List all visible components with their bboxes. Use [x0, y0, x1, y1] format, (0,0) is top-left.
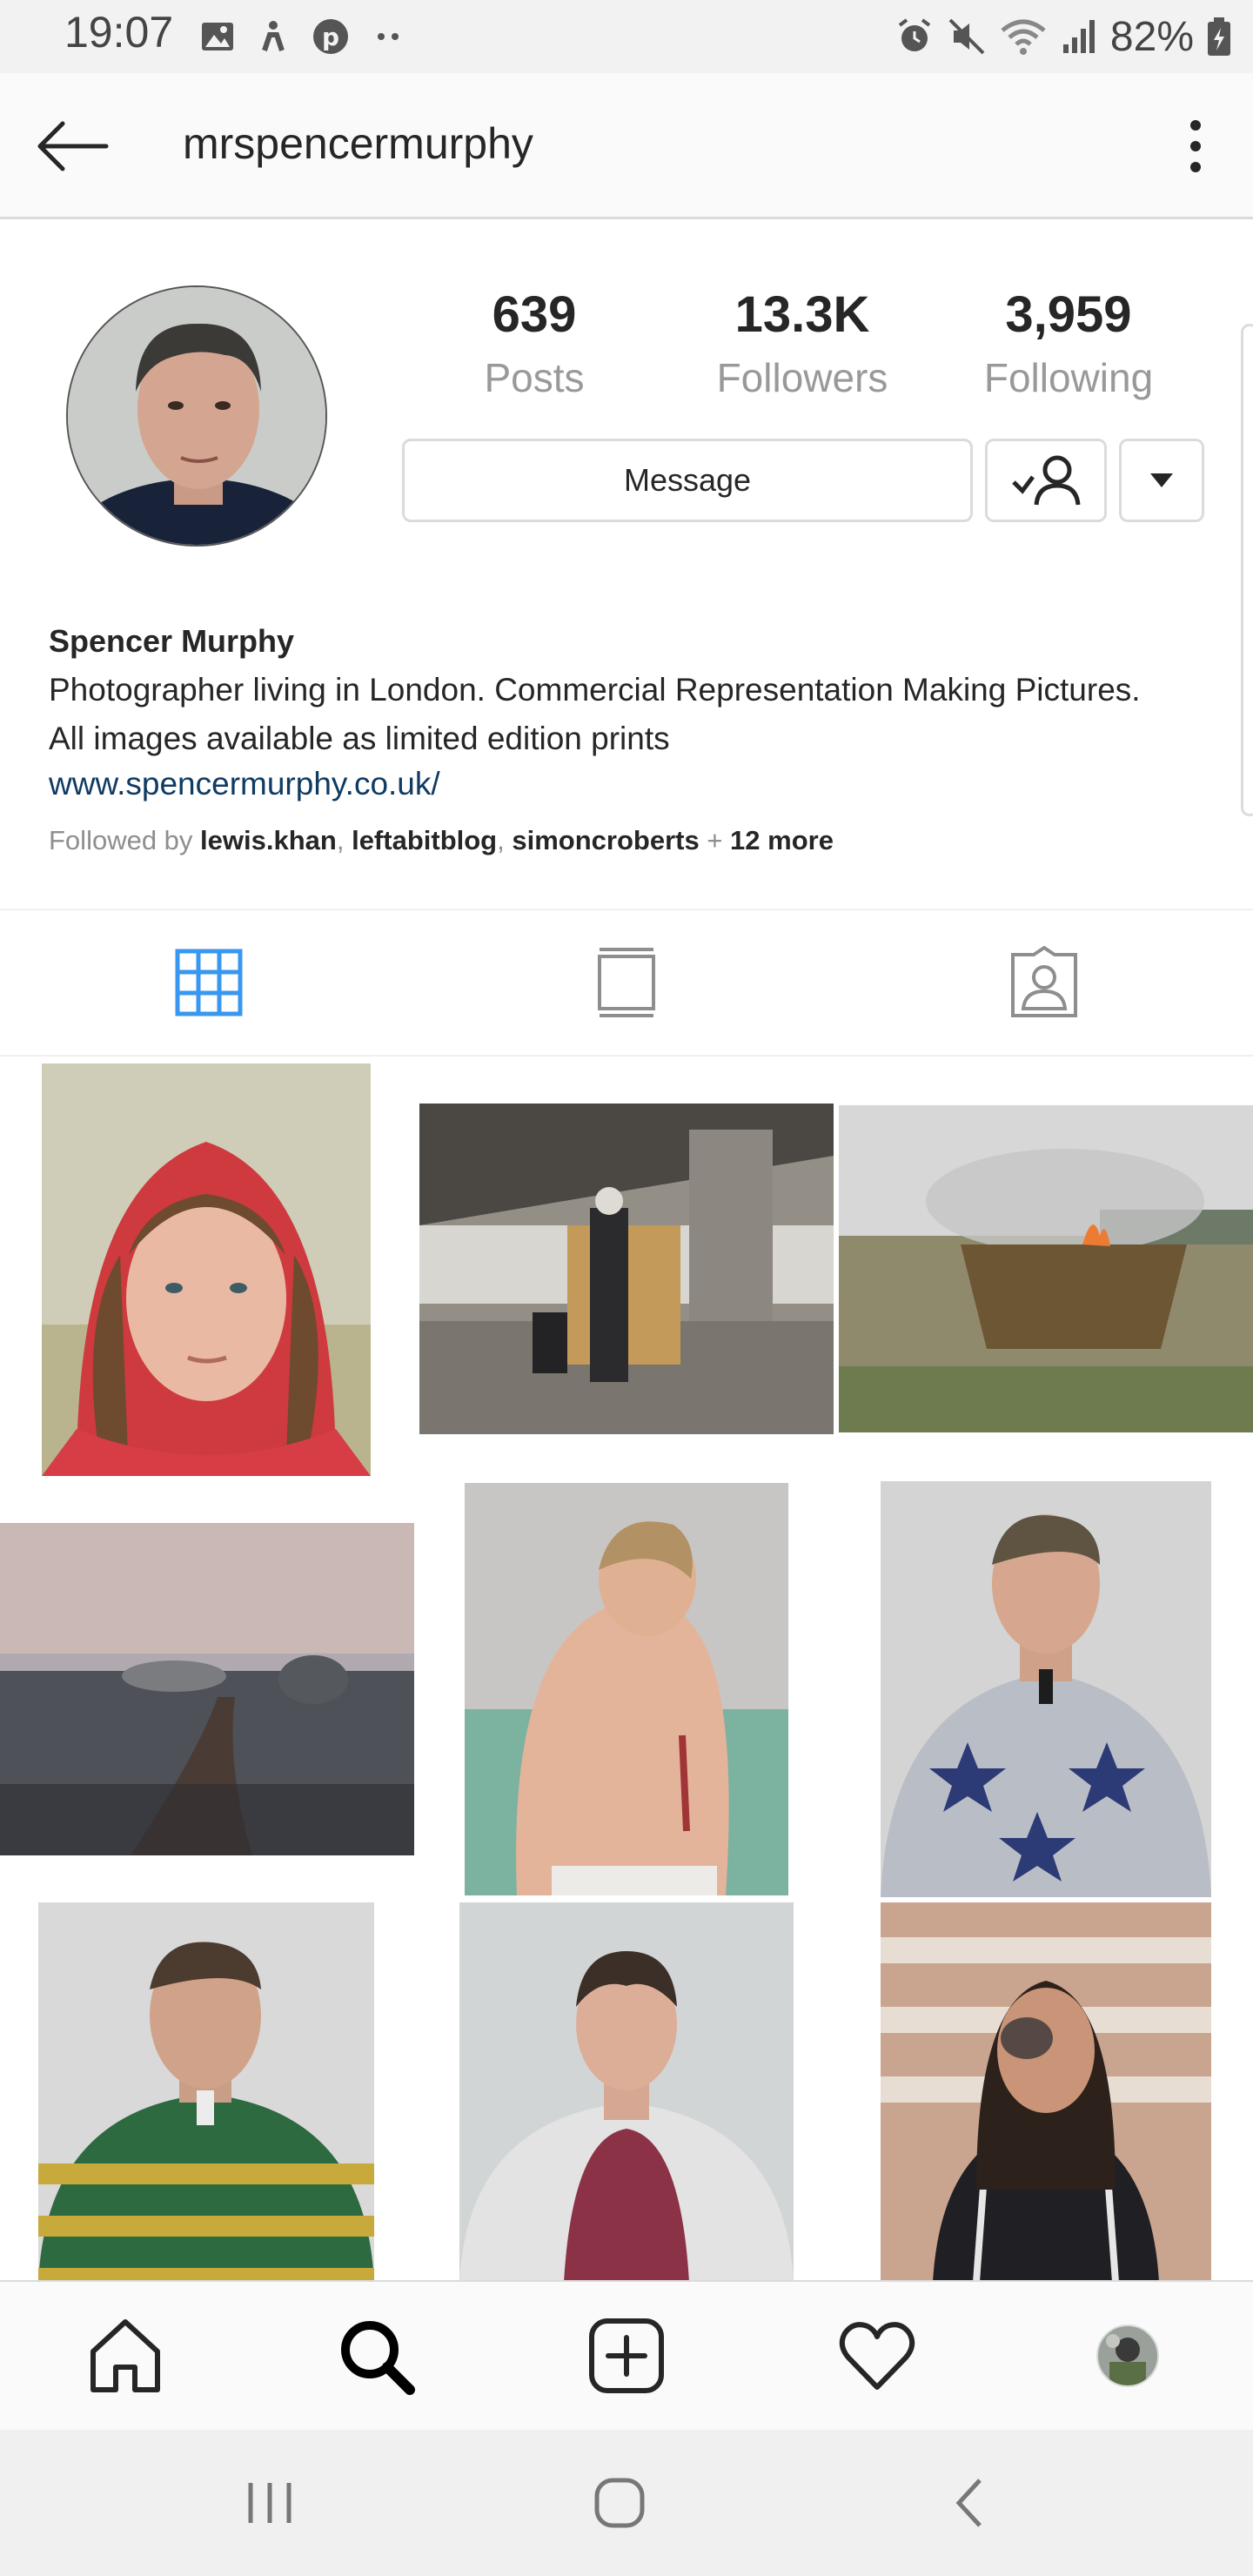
battery-icon: [1208, 17, 1230, 56]
top-app-bar: mrspencermurphy: [0, 73, 1253, 219]
bio-website-link[interactable]: www.spencermurphy.co.uk/: [49, 766, 440, 802]
following-status-button[interactable]: [985, 439, 1107, 522]
recent-apps-button[interactable]: [183, 2430, 357, 2576]
following-check-icon: [1012, 455, 1081, 506]
post-thumbnail[interactable]: [419, 1104, 834, 1434]
post-thumbnail[interactable]: [38, 1902, 374, 2282]
status-time: 19:07: [64, 8, 174, 57]
heart-icon: [839, 2322, 915, 2390]
grid-icon: [175, 949, 243, 1016]
tagged-icon: [1011, 946, 1077, 1017]
system-navigation-bar: [0, 2430, 1253, 2576]
nav-profile[interactable]: [1002, 2282, 1253, 2430]
following-value: 3,959: [1005, 286, 1132, 343]
bio-line-2: All images available as limited edition …: [49, 721, 670, 756]
following-count[interactable]: 3,959 Following: [955, 285, 1182, 401]
woman-estate-photo: [881, 1902, 1211, 2282]
profile-avatar-icon: [1096, 2324, 1159, 2387]
following-label: Following: [983, 355, 1154, 400]
search-icon: [341, 2321, 415, 2395]
nav-home[interactable]: [0, 2282, 251, 2430]
nav-create[interactable]: [501, 2282, 752, 2430]
mute-icon: [948, 18, 985, 55]
follower-name[interactable]: simoncroberts: [512, 825, 699, 855]
followers-count[interactable]: 13.3K Followers: [689, 285, 915, 401]
tab-tagged[interactable]: [835, 910, 1253, 1055]
system-icons: 82%: [895, 12, 1232, 61]
home-button[interactable]: [533, 2430, 707, 2576]
avatar-photo: [68, 287, 325, 545]
post-thumbnail[interactable]: [465, 1483, 788, 1895]
tab-feed[interactable]: [418, 910, 835, 1055]
profile-avatar[interactable]: [66, 285, 327, 547]
notification-icons: p: [200, 16, 405, 57]
status-bar: 19:07 p 82%: [0, 0, 1253, 73]
female-jockey-photo: [459, 1902, 794, 2282]
alarm-icon: [898, 18, 931, 51]
bio-line-1: Photographer living in London. Commercia…: [49, 672, 1141, 708]
followed-by-line[interactable]: Followed by lewis.khan, leftabitblog, si…: [49, 825, 834, 856]
signal-icon: [1062, 20, 1095, 53]
boxer-back-photo: [465, 1483, 788, 1895]
man-under-bridge-photo: [419, 1104, 834, 1434]
home-circle-icon: [594, 2478, 645, 2528]
back-chevron-icon: [955, 2479, 982, 2527]
back-arrow-icon[interactable]: [33, 117, 111, 176]
more-notifications-icon: [378, 33, 399, 40]
post-thumbnail[interactable]: [839, 1105, 1253, 1432]
profile-username: mrspencermurphy: [183, 119, 533, 168]
pinterest-icon: p: [313, 19, 348, 54]
follower-name[interactable]: lewis.khan: [200, 825, 337, 855]
followers-label: Followers: [716, 355, 888, 400]
post-thumbnail[interactable]: [42, 1063, 371, 1476]
feed-icon: [598, 948, 655, 1017]
more-options-icon[interactable]: [1180, 118, 1211, 174]
suggested-dropdown-button[interactable]: [1119, 439, 1204, 522]
posts-count[interactable]: 639 Posts: [421, 285, 647, 401]
post-thumbnail[interactable]: [0, 1523, 414, 1855]
posts-value: 639: [492, 286, 577, 343]
post-thumbnail[interactable]: [459, 1902, 794, 2282]
back-button[interactable]: [882, 2430, 1056, 2576]
chevron-down-icon: [1150, 473, 1173, 487]
wifi-icon: [1001, 19, 1046, 55]
message-button[interactable]: Message: [402, 439, 973, 522]
followed-by-prefix: Followed by: [49, 825, 193, 855]
followers-value: 13.3K: [734, 286, 870, 343]
home-icon: [90, 2319, 160, 2392]
recent-apps-icon: [248, 2483, 291, 2523]
followed-more[interactable]: 12 more: [730, 825, 834, 855]
misty-path-photo: [0, 1523, 414, 1855]
posts-label: Posts: [484, 355, 585, 400]
girl-red-hood-photo: [42, 1063, 371, 1476]
burning-skip-photo: [839, 1105, 1253, 1432]
nav-search[interactable]: [251, 2282, 501, 2430]
post-thumbnail[interactable]: [881, 1481, 1211, 1897]
profile-full-name: Spencer Murphy: [49, 623, 295, 659]
follower-name[interactable]: leftabitblog: [352, 825, 497, 855]
post-thumbnail[interactable]: [881, 1902, 1211, 2282]
battery-percent: 82%: [1109, 13, 1194, 60]
tab-grid[interactable]: [0, 910, 418, 1055]
suggestions-panel-edge: [1241, 324, 1253, 816]
image-icon: [202, 23, 233, 50]
svg-text:p: p: [322, 23, 339, 51]
accessibility-icon: [262, 21, 285, 51]
nav-activity[interactable]: [752, 2282, 1002, 2430]
jockey-green-photo: [38, 1902, 374, 2282]
jockey-stars-photo: [881, 1481, 1211, 1897]
bottom-navigation: [0, 2280, 1253, 2430]
profile-tabs: [0, 909, 1253, 1057]
add-post-icon: [589, 2318, 664, 2393]
